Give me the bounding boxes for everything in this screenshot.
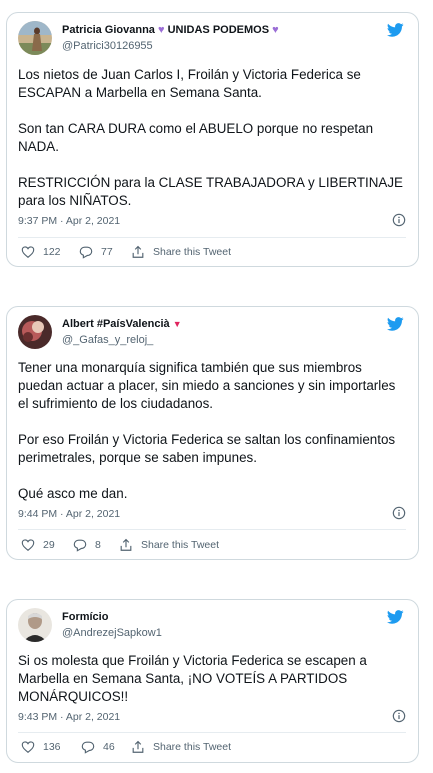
share-button[interactable]: Share this Tweet bbox=[119, 538, 219, 552]
display-name-text: Albert #PaísValencià bbox=[62, 318, 170, 330]
heart-icon bbox=[21, 741, 35, 753]
display-name[interactable]: Patricia Giovanna ♥ UNIDAS PODEMOS ♥ bbox=[62, 24, 279, 36]
tweet-text: Tener una monarquía significa también qu… bbox=[18, 360, 396, 501]
share-icon bbox=[132, 245, 144, 258]
tweet-timestamp[interactable]: 9:43 PM · Apr 2, 2021 bbox=[18, 711, 120, 723]
reply-button[interactable]: 46 bbox=[81, 740, 115, 754]
tweet-timestamp-line: 9:44 PM · Apr 2, 2021 bbox=[18, 506, 406, 520]
reply-count: 77 bbox=[101, 246, 113, 258]
like-button[interactable]: 122 bbox=[21, 245, 61, 259]
tweet-actions: 122 77 Share this Tweet bbox=[18, 245, 406, 261]
user-handle[interactable]: @AndrezejSapkow1 bbox=[62, 627, 162, 639]
purple-heart-emoji-icon: ♥ bbox=[158, 24, 165, 36]
reply-icon bbox=[73, 539, 87, 552]
like-count: 29 bbox=[43, 539, 55, 551]
reply-button[interactable]: 8 bbox=[73, 538, 101, 552]
twitter-bird-icon[interactable] bbox=[387, 317, 404, 331]
tweet-timestamp[interactable]: 9:37 PM · Apr 2, 2021 bbox=[18, 215, 120, 227]
tweet-card-1[interactable]: Patricia Giovanna ♥ UNIDAS PODEMOS ♥ @Pa… bbox=[6, 12, 419, 267]
heart-icon bbox=[21, 539, 35, 551]
tweet-header: Patricia Giovanna ♥ UNIDAS PODEMOS ♥ @Pa… bbox=[18, 21, 408, 57]
tweet-text: Si os molesta que Froilán y Victoria Fed… bbox=[18, 653, 367, 704]
tweet-actions: 136 46 Share this Tweet bbox=[18, 740, 406, 756]
like-button[interactable]: 29 bbox=[21, 538, 55, 552]
reply-count: 8 bbox=[95, 539, 101, 551]
reply-button[interactable]: 77 bbox=[79, 245, 113, 259]
reply-icon bbox=[81, 741, 95, 754]
user-handle[interactable]: @Patrici30126955 bbox=[62, 40, 153, 52]
reply-count: 46 bbox=[103, 741, 115, 753]
like-button[interactable]: 136 bbox=[21, 740, 61, 754]
info-icon[interactable] bbox=[392, 709, 406, 723]
twitter-bird-icon[interactable] bbox=[387, 610, 404, 624]
share-label: Share this Tweet bbox=[153, 741, 232, 753]
share-label: Share this Tweet bbox=[141, 539, 220, 551]
purple-heart-emoji-icon: ♥ bbox=[272, 24, 279, 36]
tweet-timestamp-line: 9:43 PM · Apr 2, 2021 bbox=[18, 709, 406, 723]
share-icon bbox=[120, 538, 132, 551]
divider bbox=[18, 732, 406, 733]
like-count: 122 bbox=[43, 246, 61, 258]
tweet-header: Albert #PaísValencià ▼ @_Gafas_y_reloj_ bbox=[18, 315, 408, 351]
divider bbox=[18, 529, 406, 530]
reply-icon bbox=[79, 246, 93, 259]
avatar[interactable] bbox=[18, 21, 52, 55]
user-handle[interactable]: @_Gafas_y_reloj_ bbox=[62, 334, 153, 346]
flag-triangle-icon: ▼ bbox=[172, 319, 182, 329]
heart-icon bbox=[21, 246, 35, 258]
display-name-text: Patricia Giovanna bbox=[62, 24, 155, 36]
display-name-suffix: UNIDAS PODEMOS bbox=[167, 24, 270, 36]
avatar[interactable] bbox=[18, 608, 52, 642]
display-name-text: Formício bbox=[62, 611, 109, 623]
like-count: 136 bbox=[43, 741, 61, 753]
tweet-timestamp-line: 9:37 PM · Apr 2, 2021 bbox=[18, 213, 406, 227]
avatar[interactable] bbox=[18, 315, 52, 349]
tweet-header: Formício @AndrezejSapkow1 bbox=[18, 608, 408, 644]
tweet-card-2[interactable]: Albert #PaísValencià ▼ @_Gafas_y_reloj_ … bbox=[6, 306, 419, 560]
share-icon bbox=[132, 740, 144, 753]
info-icon[interactable] bbox=[392, 506, 406, 520]
share-button[interactable]: Share this Tweet bbox=[131, 740, 231, 754]
share-button[interactable]: Share this Tweet bbox=[131, 245, 231, 259]
display-name[interactable]: Formício bbox=[62, 611, 108, 623]
display-name[interactable]: Albert #PaísValencià ▼ bbox=[62, 318, 182, 330]
divider bbox=[18, 237, 406, 238]
twitter-bird-icon[interactable] bbox=[387, 23, 404, 37]
tweet-actions: 29 8 Share this Tweet bbox=[18, 538, 406, 554]
info-icon[interactable] bbox=[392, 213, 406, 227]
share-label: Share this Tweet bbox=[153, 246, 232, 258]
tweet-text: Los nietos de Juan Carlos I, Froilán y V… bbox=[18, 67, 403, 208]
tweet-timestamp[interactable]: 9:44 PM · Apr 2, 2021 bbox=[18, 508, 120, 520]
tweet-card-3[interactable]: Formício @AndrezejSapkow1 Si os molesta … bbox=[6, 599, 419, 763]
